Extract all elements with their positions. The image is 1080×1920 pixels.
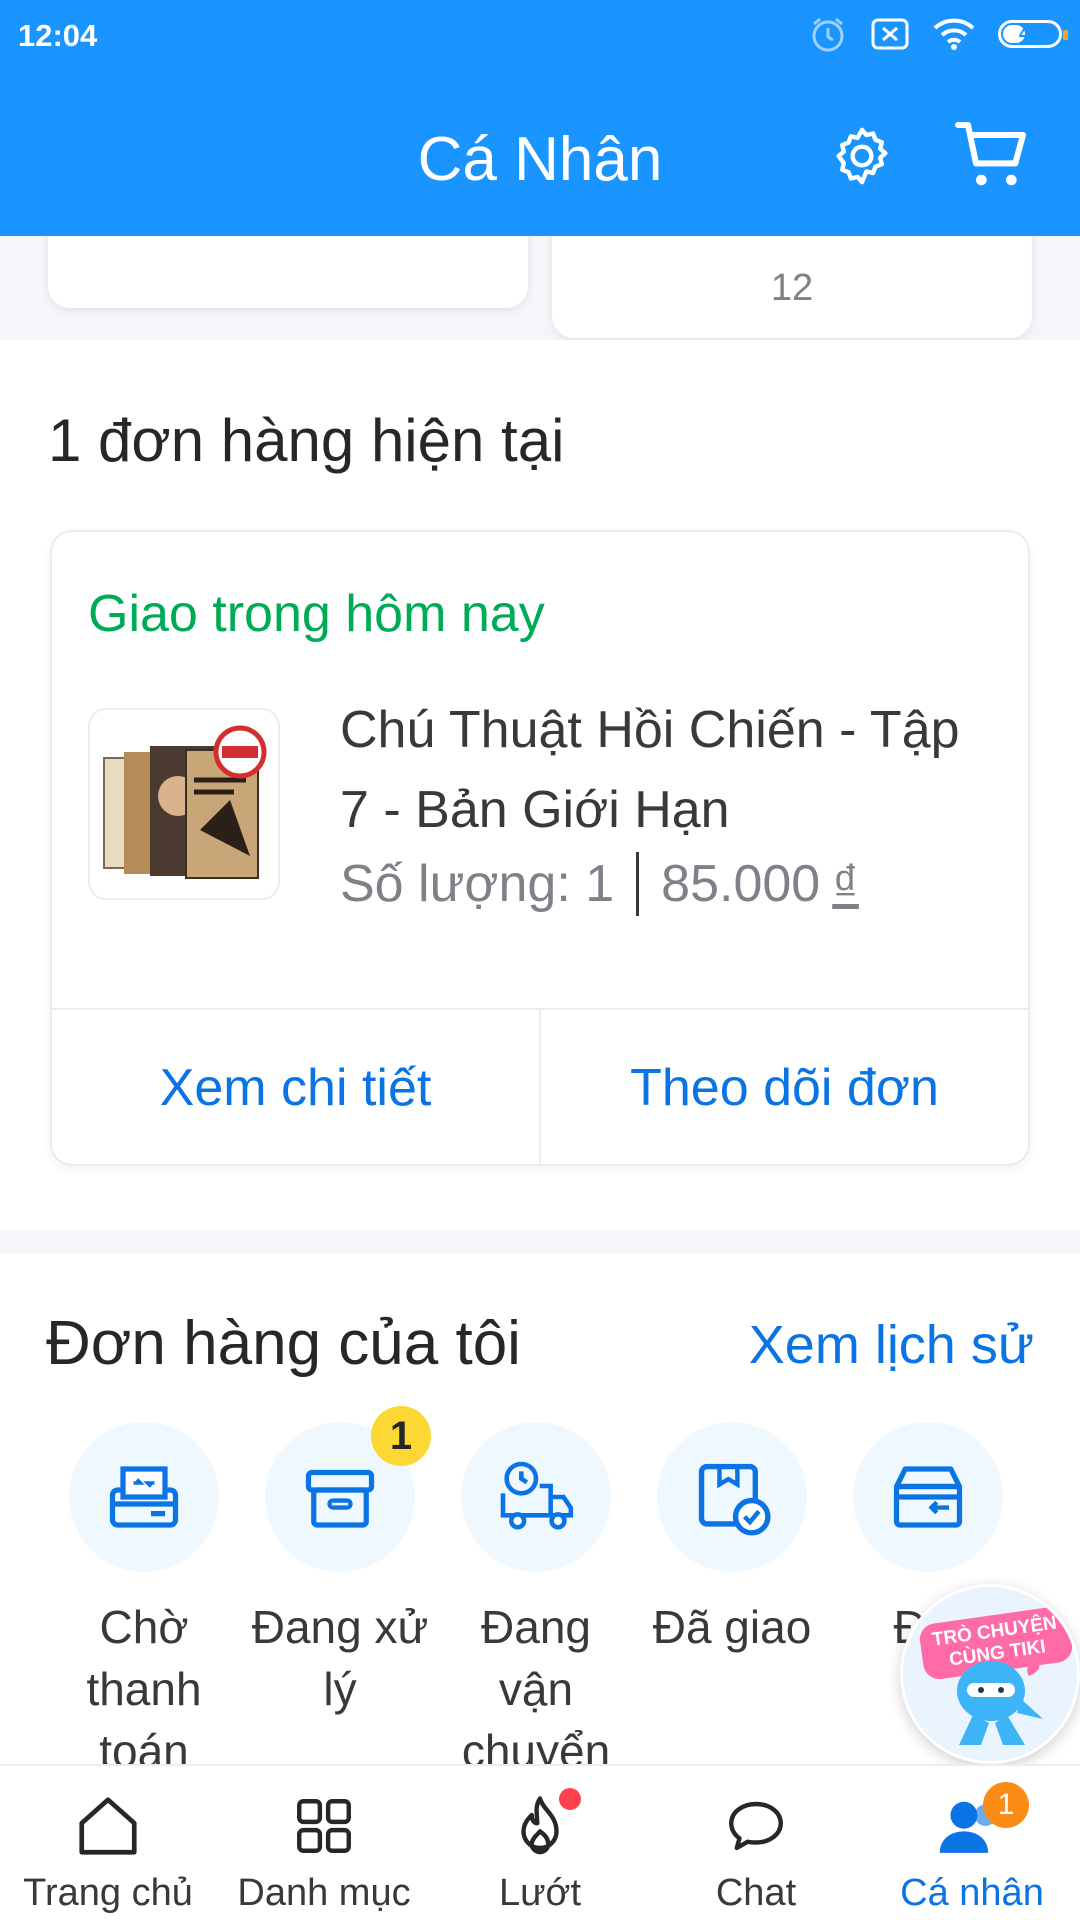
gear-icon xyxy=(836,127,888,185)
wifi-icon xyxy=(933,18,975,50)
order-history-link[interactable]: Xem lịch sử xyxy=(749,1314,1034,1376)
processing-count-badge: 1 xyxy=(371,1406,431,1466)
order-state-shipping[interactable]: Đang vận chuyển xyxy=(438,1422,634,1782)
delivered-box-icon xyxy=(657,1422,807,1572)
order-state-label: Đang vận chuyển xyxy=(461,1601,611,1777)
status-bar: 12:04 45 xyxy=(0,0,1080,74)
order-state-label: Đã giao xyxy=(652,1601,812,1653)
product-name: Chú Thuật Hồi Chiến - Tập 7 - Bản Giới H… xyxy=(340,701,960,839)
order-card[interactable]: Giao trong hôm nay Chú Thuật Hồi Chiến -… xyxy=(50,530,1030,1166)
current-orders-section: 1 đơn hàng hiện tại Giao trong hôm nay C… xyxy=(0,340,1080,1230)
page-title: Cá Nhân xyxy=(417,125,663,194)
track-order-button[interactable]: Theo dõi đơn xyxy=(539,1010,1028,1166)
chat-with-tiki-bubble[interactable]: TRÒ CHUYỆN CÙNG TIKI xyxy=(900,1584,1080,1764)
summary-card[interactable] xyxy=(48,236,528,308)
app-header: 12:04 45 Cá Nhân xyxy=(0,0,1080,236)
current-orders-title: 1 đơn hàng hiện tại xyxy=(48,407,565,474)
tiki-mascot-icon xyxy=(957,1661,1043,1745)
manga-cover-image xyxy=(103,725,267,879)
order-state-delivered[interactable]: Đã giao xyxy=(634,1422,830,1658)
status-time: 12:04 xyxy=(18,18,98,53)
sim-off-icon xyxy=(871,18,909,50)
nav-categories[interactable]: Danh mục xyxy=(216,1766,432,1920)
order-card-actions: Xem chi tiết Theo dõi đơn xyxy=(52,1008,1028,1166)
summary-card[interactable]: 12 xyxy=(552,236,1032,338)
nav-label: Chat xyxy=(715,1872,797,1914)
cart-button[interactable] xyxy=(950,112,1036,198)
grid-icon xyxy=(297,1799,351,1853)
payment-pending-icon xyxy=(69,1422,219,1572)
product-quantity: Số lượng: 1 xyxy=(340,855,615,913)
box-icon: 1 xyxy=(265,1406,431,1572)
nav-feed[interactable]: Lướt xyxy=(432,1766,648,1920)
product-price: 85.000 xyxy=(661,855,821,913)
status-icons: 45 xyxy=(808,14,1068,54)
alarm-icon xyxy=(812,17,844,52)
summary-cards-strip: 12 xyxy=(0,236,1080,340)
order-state-pending-payment[interactable]: Chờ thanh toán xyxy=(46,1422,242,1782)
battery-level: 45 xyxy=(1018,22,1042,45)
nav-profile[interactable]: 1 Cá nhân xyxy=(864,1766,1080,1920)
cart-icon xyxy=(955,122,1026,186)
product-thumbnail xyxy=(88,708,280,900)
profile-count-badge: 1 xyxy=(983,1782,1029,1828)
my-orders-title: Đơn hàng của tôi xyxy=(46,1309,521,1378)
order-state-label: Đang xử lý xyxy=(251,1601,429,1715)
return-box-icon xyxy=(853,1422,1003,1572)
home-icon xyxy=(79,1797,137,1855)
delivery-truck-icon xyxy=(461,1422,611,1572)
nav-label: Trang chủ xyxy=(23,1872,193,1914)
order-state-processing[interactable]: 1 Đang xử lý xyxy=(242,1406,438,1720)
nav-label: Cá nhân xyxy=(900,1872,1044,1914)
view-detail-button[interactable]: Xem chi tiết xyxy=(52,1010,539,1166)
divider xyxy=(636,852,640,916)
battery-indicator: 45 xyxy=(998,20,1068,48)
bottom-nav: Trang chủ Danh mục Lướt Chat 1 Cá nhân xyxy=(0,1764,1080,1920)
chat-icon xyxy=(729,1801,783,1851)
product-meta: Số lượng: 1 85.000 ₫ xyxy=(340,852,859,916)
summary-card-value: 12 xyxy=(770,267,814,309)
settings-button[interactable] xyxy=(824,118,900,194)
nav-label: Lướt xyxy=(498,1872,582,1914)
delivery-status: Giao trong hôm nay xyxy=(88,585,545,643)
nav-home[interactable]: Trang chủ xyxy=(0,1766,216,1920)
price-currency: ₫ xyxy=(832,855,859,913)
order-state-label: Chờ thanh toán xyxy=(86,1601,202,1777)
nav-chat[interactable]: Chat xyxy=(648,1766,864,1920)
nav-label: Danh mục xyxy=(237,1872,411,1914)
notification-dot xyxy=(559,1788,581,1810)
